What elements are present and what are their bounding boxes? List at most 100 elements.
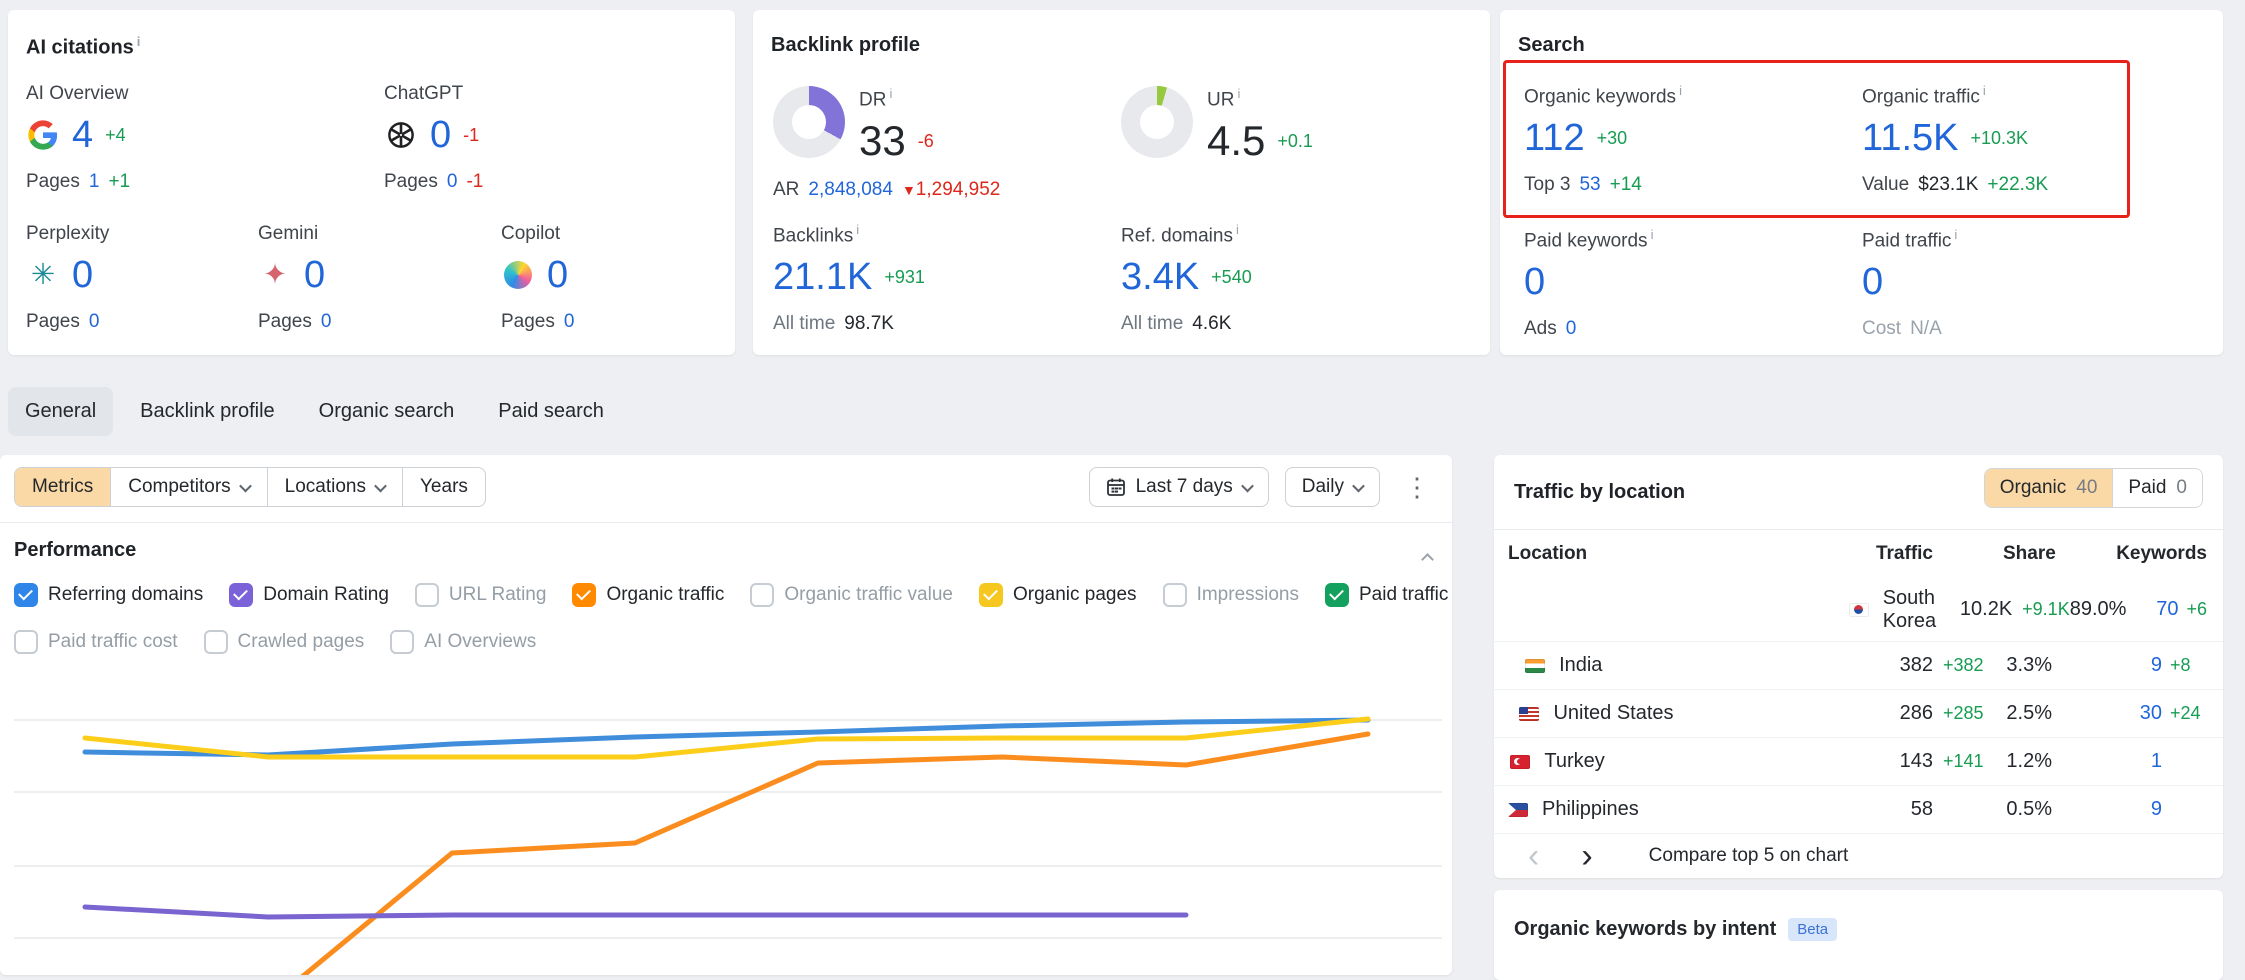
toolbar-segment-metrics[interactable]: Metrics [15, 468, 110, 506]
location-row-south-korea[interactable]: South Korea10.2K+9.1K89.0%70+6 [1494, 578, 2223, 642]
kebab-menu-icon[interactable]: ⋮ [1396, 469, 1438, 505]
location-row-india[interactable]: India382+3823.3%9+8 [1494, 642, 2223, 690]
ai-item-pages: Pages0 [26, 311, 109, 333]
metric-checkbox-organic-traffic[interactable]: Organic traffic [572, 583, 724, 607]
tab-general[interactable]: General [8, 387, 113, 436]
column-header-location[interactable]: Location [1508, 543, 1793, 565]
ai-item-value-row: ✦0 [258, 253, 331, 297]
info-icon[interactable]: i [1237, 86, 1240, 101]
organic-keywords-by-intent-card: Organic keywords by intent Beta [1494, 890, 2223, 980]
organic-keywords-value[interactable]: 112 [1524, 117, 1585, 160]
checkbox-unchecked-icon[interactable] [14, 630, 38, 654]
checkbox-unchecked-icon[interactable] [390, 630, 414, 654]
top3-value[interactable]: 53 [1579, 174, 1600, 196]
toolbar-segment-locations[interactable]: Locations [267, 468, 402, 506]
column-header-keywords[interactable]: Keywords [2052, 543, 2207, 565]
pages-value[interactable]: 0 [564, 311, 575, 333]
checkbox-unchecked-icon[interactable] [750, 583, 774, 607]
location-row-philippines[interactable]: Philippines580.5%9 [1494, 786, 2223, 834]
tab-paid-search[interactable]: Paid search [481, 387, 621, 436]
metric-checkbox-domain-rating[interactable]: Domain Rating [229, 583, 389, 607]
pages-label: Pages [258, 311, 312, 333]
column-header-share[interactable]: Share [2003, 543, 2052, 565]
metric-checkbox-label: Paid traffic cost [48, 631, 178, 653]
collapse-chevron-icon[interactable] [1423, 551, 1432, 569]
ai-item-value[interactable]: 0 [430, 114, 451, 157]
paid-keywords-stat: Paid keywordsi 0 Ads0 [1524, 227, 1653, 340]
metric-checkbox-paid-traffic-cost[interactable]: Paid traffic cost [14, 630, 178, 654]
metric-checkbox-referring-domains[interactable]: Referring domains [14, 583, 203, 607]
keywords-value[interactable]: 70 [2119, 598, 2179, 621]
ai-item-value[interactable]: 0 [72, 254, 93, 297]
metric-checkbox-organic-pages[interactable]: Organic pages [979, 583, 1137, 607]
search-card: Search Organic keywordsi 112+30 Top 353+… [1500, 10, 2223, 355]
keywords-value[interactable]: 1 [2052, 750, 2162, 773]
keywords-value[interactable]: 30 [2052, 702, 2162, 725]
location-table: LocationTraffic ShareKeywords South Korea1… [1494, 529, 2223, 834]
perplexity-icon: ✳ [31, 261, 55, 290]
metric-checkbox-url-rating[interactable]: URL Rating [415, 583, 547, 607]
ai-item-value[interactable]: 4 [72, 114, 93, 157]
info-icon[interactable]: i [137, 34, 141, 49]
checkbox-checked-icon[interactable] [229, 583, 253, 607]
tab-backlink-profile[interactable]: Backlink profile [123, 387, 292, 436]
backlinks-value[interactable]: 21.1K [773, 256, 872, 299]
toolbar-segment-years[interactable]: Years [402, 468, 485, 506]
ref-domains-value[interactable]: 3.4K [1121, 256, 1199, 299]
checkbox-checked-icon[interactable] [979, 583, 1003, 607]
location-row-turkey[interactable]: Turkey143+1411.2%1 [1494, 738, 2223, 786]
compare-top5-link[interactable]: Compare top 5 on chart [1649, 845, 1849, 867]
intent-card-title: Organic keywords by intent [1514, 918, 1776, 941]
paid-keywords-value[interactable]: 0 [1524, 261, 1545, 304]
gemini-icon: ✦ [258, 258, 292, 292]
info-icon[interactable]: i [856, 222, 859, 237]
info-icon[interactable]: i [889, 86, 892, 101]
tab-organic-search[interactable]: Organic search [302, 387, 472, 436]
toolbar-segment-competitors[interactable]: Competitors [110, 468, 266, 506]
metric-checkbox-crawled-pages[interactable]: Crawled pages [204, 630, 365, 654]
ai-item-value[interactable]: 0 [304, 254, 325, 297]
pages-value[interactable]: 0 [447, 171, 458, 193]
metric-checkbox-impressions[interactable]: Impressions [1163, 583, 1299, 607]
organic-traffic-value[interactable]: 11.5K [1862, 117, 1958, 160]
granularity-button[interactable]: Daily [1285, 467, 1380, 507]
pages-value[interactable]: 1 [89, 171, 100, 193]
checkbox-checked-icon[interactable] [572, 583, 596, 607]
info-icon[interactable]: i [1679, 83, 1682, 98]
keywords-value[interactable]: 9 [2052, 798, 2162, 821]
metric-checkbox-paid-traffic[interactable]: Paid traffic [1325, 583, 1448, 607]
location-row-united-states[interactable]: United States286+2852.5%30+24 [1494, 690, 2223, 738]
date-range-button[interactable]: Last 7 days [1089, 467, 1269, 507]
performance-line-chart [0, 660, 1452, 975]
info-icon[interactable]: i [1651, 227, 1654, 242]
metric-checkbox-organic-traffic-value[interactable]: Organic traffic value [750, 583, 953, 607]
metric-checkbox-label: Impressions [1197, 584, 1299, 606]
pages-value[interactable]: 0 [321, 311, 332, 333]
checkbox-checked-icon[interactable] [1325, 583, 1349, 607]
checkbox-unchecked-icon[interactable] [204, 630, 228, 654]
info-icon[interactable]: i [1236, 222, 1239, 237]
checkbox-checked-icon[interactable] [14, 583, 38, 607]
prev-page-icon[interactable]: ‹ [1528, 836, 1539, 876]
metric-checkbox-ai-overviews[interactable]: AI Overviews [390, 630, 536, 654]
metric-checkbox-label: Organic pages [1013, 584, 1137, 606]
ai-item-label: Gemini [258, 223, 331, 245]
share-value: 3.3% [2003, 654, 2052, 677]
pages-value[interactable]: 0 [89, 311, 100, 333]
info-icon[interactable]: i [1954, 227, 1957, 242]
column-header-traffic[interactable]: Traffic [1793, 543, 1933, 565]
chevron-down-icon [1241, 479, 1254, 492]
info-icon[interactable]: i [1983, 83, 1986, 98]
traffic-toggle-paid[interactable]: Paid0 [2112, 469, 2202, 507]
traffic-toggle-organic[interactable]: Organic40 [1985, 469, 2113, 507]
ar-value[interactable]: 2,848,084 [808, 179, 893, 201]
copilot-icon [504, 261, 532, 289]
section-tab-bar: GeneralBacklink profileOrganic searchPai… [8, 387, 621, 436]
checkbox-unchecked-icon[interactable] [1163, 583, 1187, 607]
next-page-icon[interactable]: › [1581, 836, 1592, 876]
keywords-value[interactable]: 9 [2052, 654, 2162, 677]
ur-delta: +0.1 [1277, 131, 1313, 152]
checkbox-unchecked-icon[interactable] [415, 583, 439, 607]
paid-traffic-value[interactable]: 0 [1862, 261, 1883, 304]
ai-item-value[interactable]: 0 [547, 254, 568, 297]
